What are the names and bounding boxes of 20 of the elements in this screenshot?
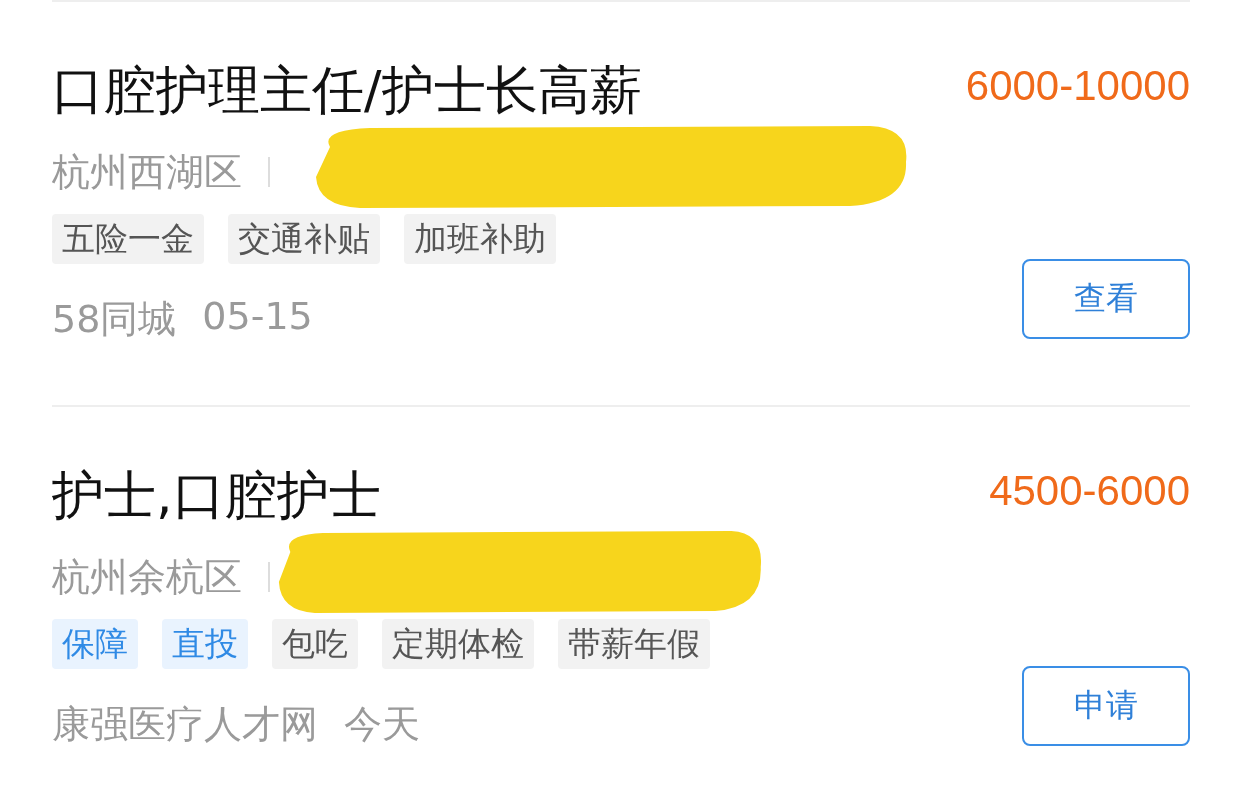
benefit-tag: 五险一金 — [52, 214, 204, 264]
action-button[interactable]: 查看 — [1022, 259, 1190, 339]
job-source: 康强医疗人才网 — [52, 701, 318, 748]
post-date: 今天 — [344, 701, 420, 748]
action-button[interactable]: 申请 — [1022, 666, 1190, 746]
post-date: 05-15 — [202, 294, 313, 340]
salary-range: 6000-10000 — [965, 61, 1190, 111]
benefit-tag: 带薪年假 — [558, 619, 710, 669]
benefit-tag: 保障 — [52, 619, 138, 669]
benefit-tag: 包吃 — [272, 619, 358, 669]
benefit-tag: 直投 — [162, 619, 248, 669]
job-location: 杭州西湖区 — [52, 148, 242, 196]
job-title: 口腔护理主任/护士长高薪 — [52, 59, 643, 122]
job-title: 护士,口腔护士 — [52, 464, 382, 527]
salary-range: 4500-6000 — [989, 466, 1190, 516]
job-source: 58同城 — [52, 296, 177, 343]
job-location: 杭州余杭区 — [52, 553, 242, 601]
benefit-tag: 交通补贴 — [228, 214, 380, 264]
benefit-tag: 定期体检 — [382, 619, 534, 669]
benefit-tag: 加班补助 — [404, 214, 556, 264]
